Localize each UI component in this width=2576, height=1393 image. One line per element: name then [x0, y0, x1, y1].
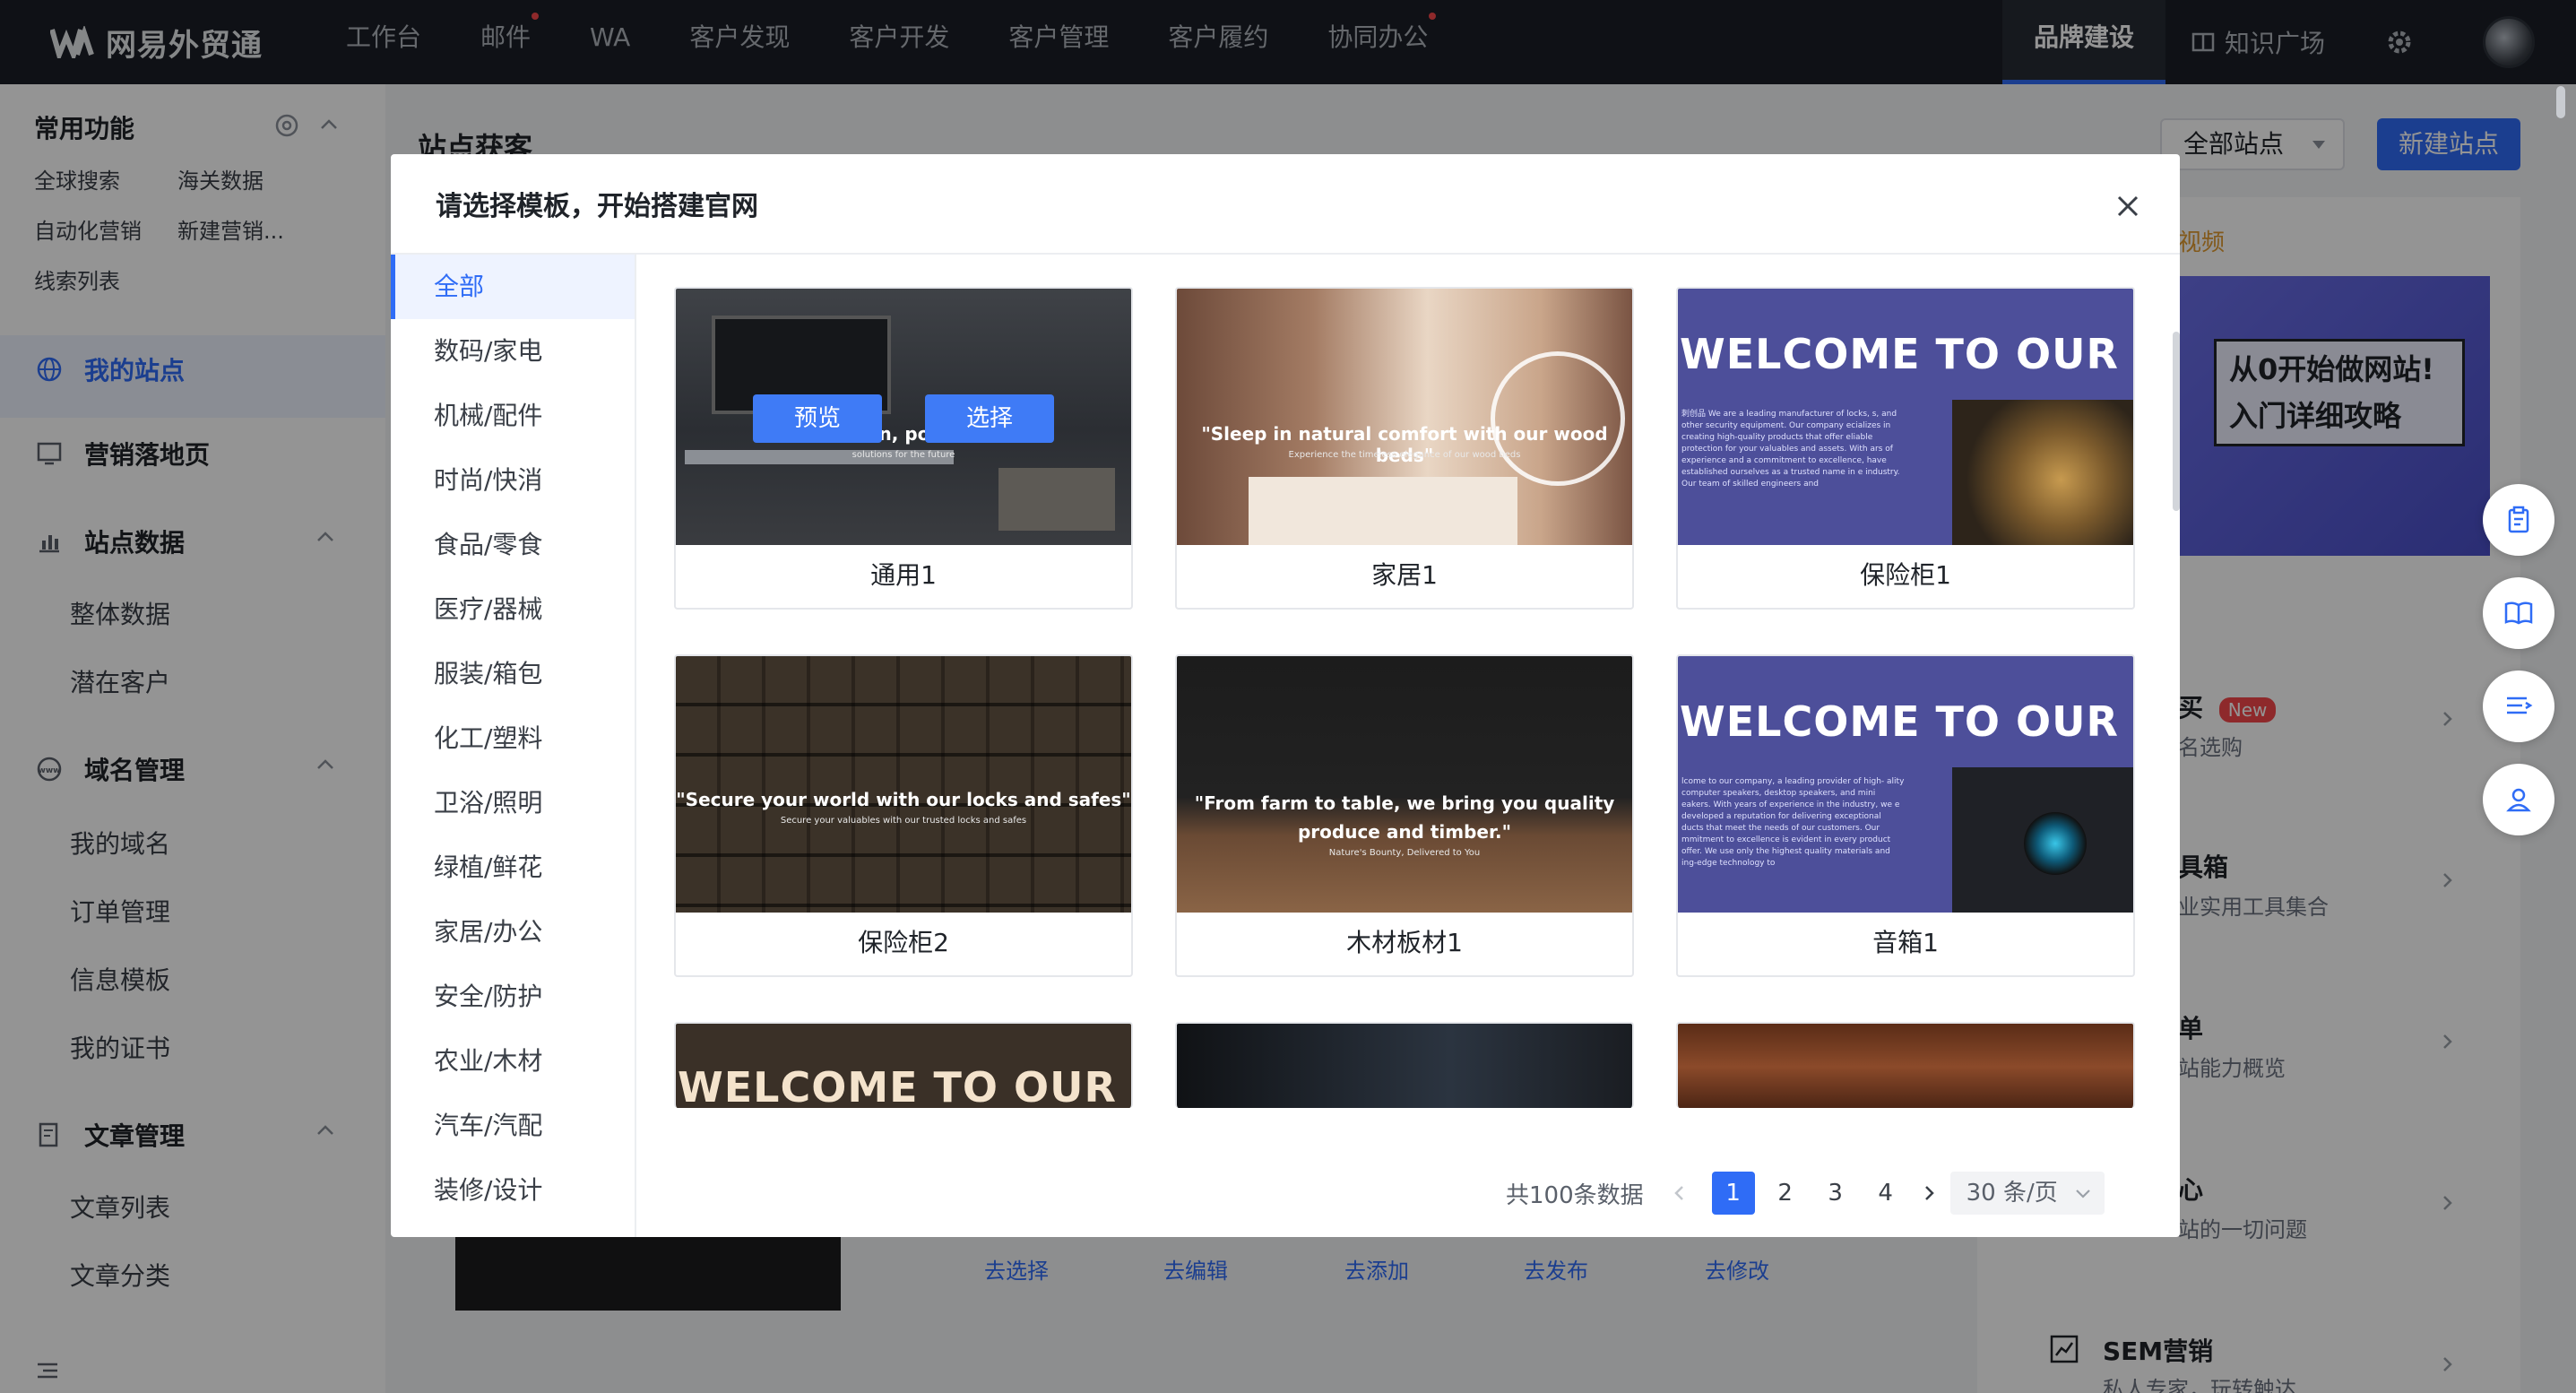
clipboard-icon: [2508, 506, 2529, 533]
category-item[interactable]: 汽车/汽配: [391, 1094, 635, 1158]
category-item[interactable]: 绿植/鲜花: [391, 835, 635, 900]
select-button[interactable]: 选择: [925, 394, 1054, 443]
category-item[interactable]: 家居/办公: [391, 900, 635, 965]
category-item[interactable]: 安全/防护: [391, 965, 635, 1029]
template-thumbnail: [1177, 1024, 1632, 1108]
template-name: 通用1: [870, 560, 937, 590]
chevron-right-icon[interactable]: [1920, 1184, 1938, 1202]
page-number[interactable]: 3: [1814, 1172, 1857, 1215]
category-item[interactable]: 化工/塑料: [391, 706, 635, 771]
template-name: 保险柜2: [858, 928, 949, 957]
modal-scrollbar[interactable]: [2173, 332, 2180, 511]
template-thumbnail: "From farm to table, we bring you qualit…: [1177, 656, 1632, 913]
book-stack: [998, 468, 1115, 531]
template-card-partial[interactable]: [1676, 1022, 2135, 1108]
speaker-image: [1952, 767, 2133, 913]
template-subtext: Experience the timeless elegance of our …: [1288, 450, 1521, 460]
chevron-left-icon[interactable]: [1671, 1184, 1689, 1202]
category-item[interactable]: 机械/配件: [391, 384, 635, 448]
category-item[interactable]: 卫浴/照明: [391, 771, 635, 835]
vault-door-image: [1952, 400, 2133, 545]
page-scrollbar[interactable]: [2556, 86, 2565, 118]
template-card-safe-1[interactable]: WELCOME TO OUR HO 刺创品 We are a leading m…: [1676, 287, 2135, 610]
preview-button[interactable]: 预览: [753, 394, 882, 443]
template-subtext: Nature's Bounty, Delivered to You: [1328, 848, 1481, 858]
template-card-speaker-1[interactable]: WELCOME TO OUR HO lcome to our company, …: [1676, 654, 2135, 977]
template-thumbnail: "Dri n, po ss." solutions for the future…: [676, 289, 1131, 545]
template-thumbnail: WELCOME TO OUR HO: [676, 1024, 1131, 1108]
template-card-general-1[interactable]: "Dri n, po ss." solutions for the future…: [674, 287, 1133, 610]
modal-header: 请选择模板，开始搭建官网: [391, 154, 2180, 255]
template-welcome-heading: WELCOME TO OUR HO: [678, 1063, 1131, 1108]
page-number[interactable]: 2: [1764, 1172, 1807, 1215]
template-thumbnail: "Secure your world with our locks and sa…: [676, 656, 1131, 913]
category-item[interactable]: 服装/箱包: [391, 642, 635, 706]
template-thumbnail: [1678, 1024, 2133, 1108]
category-item[interactable]: 数码/家电: [391, 319, 635, 384]
template-quote: "From farm to table, we bring you qualit…: [1194, 792, 1615, 843]
template-name: 家居1: [1371, 560, 1438, 590]
category-item[interactable]: 医疗/器械: [391, 577, 635, 642]
category-item[interactable]: 时尚/快消: [391, 448, 635, 513]
category-list: 全部 数码/家电 机械/配件 时尚/快消 食品/零食 医疗/器械 服装/箱包 化…: [391, 255, 636, 1237]
template-name: 音箱1: [1872, 928, 1939, 957]
bed-shape: [1249, 477, 1517, 545]
page-number-current[interactable]: 1: [1711, 1172, 1755, 1215]
template-subtext: Secure your valuables with our trusted l…: [780, 816, 1027, 826]
open-book-icon: [2504, 601, 2533, 625]
page-size-select[interactable]: 30 条/页: [1949, 1172, 2105, 1215]
float-book-button[interactable]: [2483, 577, 2554, 649]
list-icon: [2507, 696, 2533, 714]
template-welcome-heading: WELCOME TO OUR HO: [1680, 330, 2133, 378]
category-item[interactable]: 农业/木材: [391, 1029, 635, 1094]
modal-title: 请选择模板，开始搭建官网: [436, 191, 758, 222]
template-thumbnail: WELCOME TO OUR HO 刺创品 We are a leading m…: [1678, 289, 2133, 545]
float-list-button[interactable]: [2483, 671, 2554, 742]
float-clipboard-button[interactable]: [2483, 484, 2554, 556]
template-welcome-heading: WELCOME TO OUR HO: [1680, 697, 2133, 746]
template-name: 木材板材1: [1346, 928, 1463, 957]
template-card-partial[interactable]: [1175, 1022, 1634, 1108]
user-icon: [2506, 788, 2531, 812]
template-name: 保险柜1: [1860, 560, 1951, 590]
template-paragraph: 刺创品 We are a leading manufacturer of loc…: [1681, 410, 1900, 489]
template-card-safe-2[interactable]: "Secure your world with our locks and sa…: [674, 654, 1133, 977]
close-icon[interactable]: [2112, 190, 2144, 222]
category-item[interactable]: 食品/零食: [391, 513, 635, 577]
template-card-partial[interactable]: WELCOME TO OUR HO: [674, 1022, 1133, 1108]
page-size-label: 30 条/页: [1966, 1180, 2058, 1207]
float-user-button[interactable]: [2483, 764, 2554, 835]
template-subtext: solutions for the future: [851, 450, 955, 460]
template-quote: "Secure your world with our locks and sa…: [676, 789, 1131, 810]
page-number[interactable]: 4: [1864, 1172, 1907, 1215]
locker-grid: [676, 656, 1131, 913]
speaker-orb: [2024, 812, 2087, 875]
template-thumbnail: "Sleep in natural comfort with our wood …: [1177, 289, 1632, 545]
pagination: 共100条数据 1 2 3 4 30 条/页: [1506, 1171, 2105, 1216]
chevron-down-icon: [2075, 1190, 2090, 1198]
category-item-all[interactable]: 全部: [391, 255, 635, 319]
pagination-total: 共100条数据: [1506, 1181, 1644, 1209]
template-card-home-1[interactable]: "Sleep in natural comfort with our wood …: [1175, 287, 1634, 610]
template-paragraph: lcome to our company, a leading provider…: [1681, 777, 1905, 868]
template-quote: "Dri n, po ss.": [833, 423, 974, 445]
category-item[interactable]: 装修/设计: [391, 1158, 635, 1223]
template-card-timber-1[interactable]: "From farm to table, we bring you qualit…: [1175, 654, 1634, 977]
template-thumbnail: WELCOME TO OUR HO lcome to our company, …: [1678, 656, 2133, 913]
